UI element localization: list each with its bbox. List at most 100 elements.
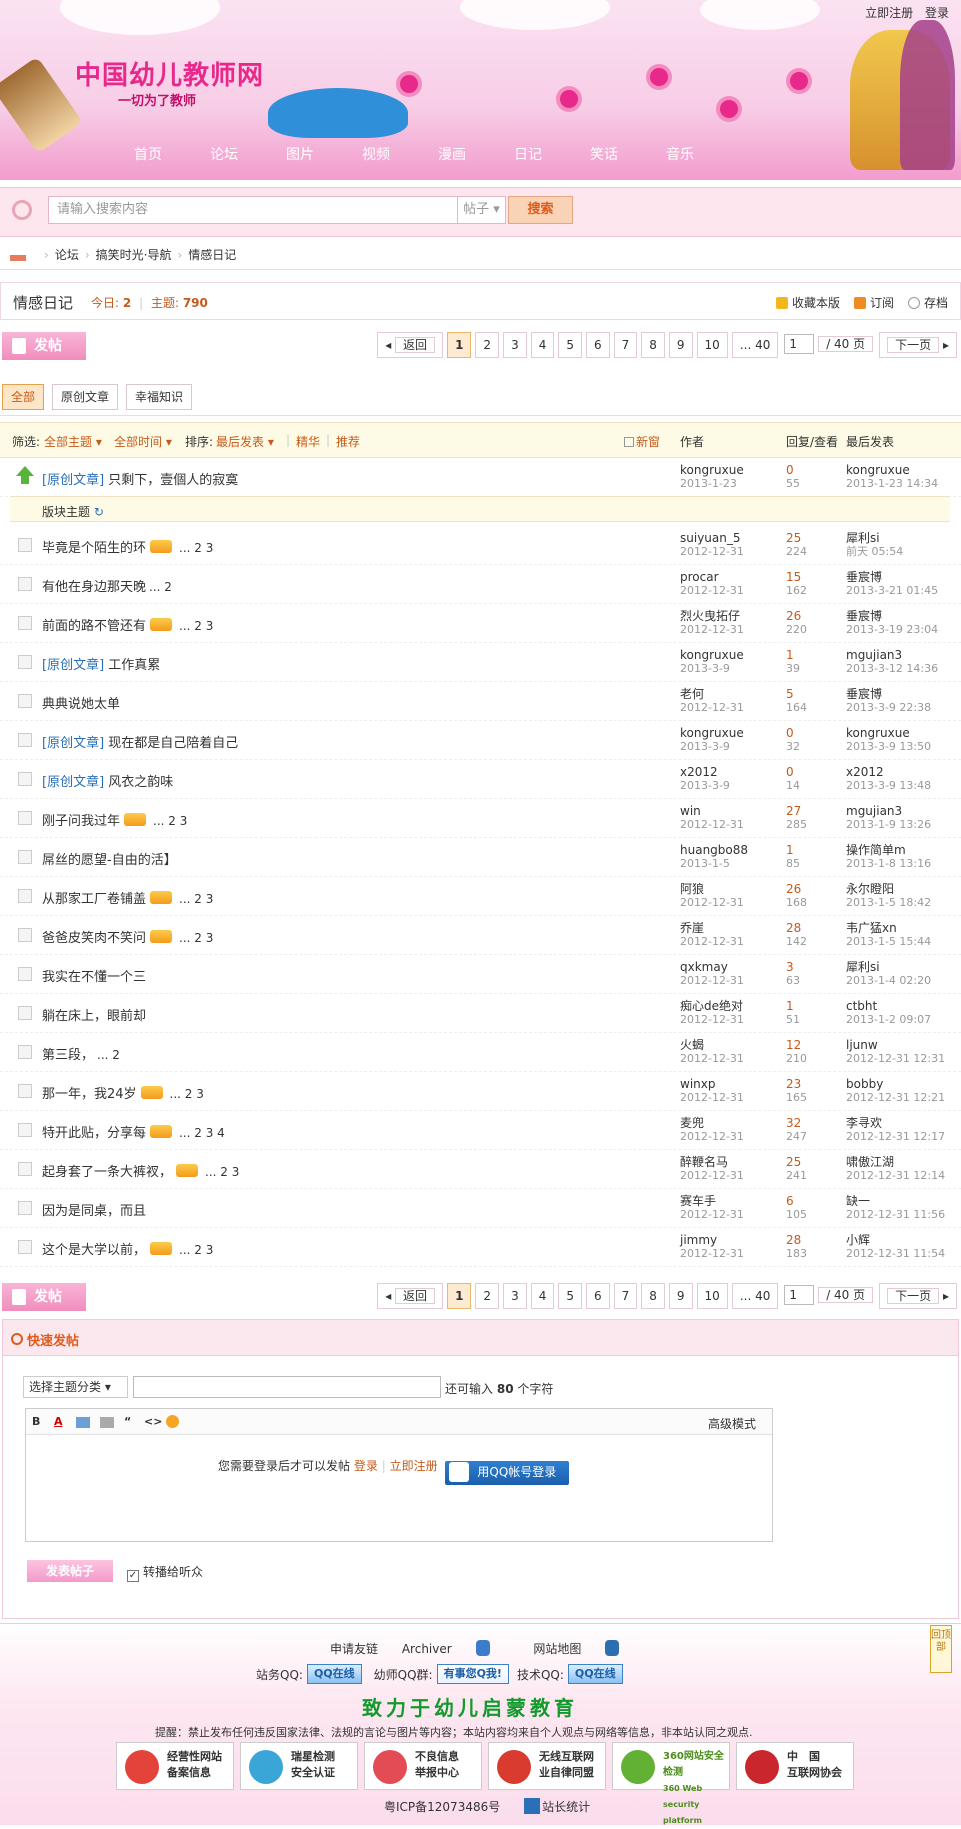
topic-category-select[interactable]: 选择主题分类 ▾ [23,1376,128,1398]
author-name[interactable]: 赛车手 [680,1194,744,1208]
home-icon[interactable] [10,249,26,261]
thread-title[interactable]: 有他在身边那天晚... 2 [42,576,172,595]
qq-login-button[interactable]: 用QQ帐号登录 [445,1461,570,1485]
page-link[interactable]: 5 [558,1283,582,1309]
footer-link[interactable]: Archiver [402,1642,452,1656]
table-row[interactable]: 起身套了一条大裤衩， ... 2 3 醉鞭名马 2012-12-31 25 241 啸傲江湖… [0,1150,961,1189]
favorite-button[interactable]: 收藏本版 [775,294,840,311]
table-row[interactable]: 我实在不懂一个三 qxkmay 2012-12-31 3 63 犀利si 2013-1-4 … [0,955,961,994]
last-user[interactable]: kongruxue [846,463,938,477]
thread-title[interactable]: 因为是同桌，而且 [42,1200,146,1219]
page-link[interactable]: 4 [530,1283,555,1309]
checkbox-checked[interactable]: ✓ [127,1570,139,1582]
last-time[interactable]: 2013-3-19 23:04 [846,623,938,637]
bold-icon[interactable]: B [32,1415,40,1428]
thread-title-text[interactable]: 躺在床上，眼前却 [42,1009,146,1024]
badge-rising[interactable]: 瑞星检测 安全认证 [240,1742,358,1790]
breadcrumb-current[interactable]: 情感日记 [188,246,236,263]
last-user[interactable]: 小辉 [846,1233,945,1247]
filter-topic-dropdown[interactable]: 全部主题 ▾ [44,433,102,450]
page-link[interactable]: 10 [696,1283,728,1309]
breadcrumb-forum[interactable]: 论坛 [55,246,79,263]
thread-title[interactable]: 从那家工厂卷铺盖 ... 2 3 [42,888,213,907]
digest-filter[interactable]: 精华 [296,433,320,450]
thread-title-text[interactable]: 毕竟是个陌生的环 [42,541,146,556]
thread-pages[interactable]: ... 2 3 [179,1243,213,1257]
page-link[interactable]: 7 [613,1283,638,1309]
page-link[interactable]: ... 40 [731,1283,779,1309]
page-link[interactable]: 8 [641,1283,665,1309]
page-link[interactable]: 10 [696,332,728,358]
page-jump-input[interactable]: 1 [784,1285,815,1305]
thread-title-text[interactable]: 起身套了一条大裤衩， [42,1165,172,1180]
table-row[interactable]: 因为是同桌，而且 赛车手 2012-12-31 6 105 缺一 2012-12-31 11… [0,1189,961,1228]
thread-title-text[interactable]: 只剩下，壹個人的寂寞 [108,473,238,488]
author-name[interactable]: 阿狼 [680,882,744,896]
badge-icp[interactable]: 经营性网站 备案信息 [116,1742,234,1790]
thread-title-text[interactable]: 我实在不懂一个三 [42,970,146,985]
smiley-icon[interactable] [166,1415,179,1428]
author-name[interactable]: 乔崖 [680,921,744,935]
author-name[interactable]: winxp [680,1077,744,1091]
last-time[interactable]: 2013-1-4 02:20 [846,974,931,988]
author-name[interactable]: 烈火曳拓仔 [680,609,744,623]
icp-link[interactable]: 粤ICP备12073486号 [384,1800,500,1814]
last-time[interactable]: 2012-12-31 11:56 [846,1208,945,1222]
thread-title[interactable]: 特开此贴，分享每 ... 2 3 4 [42,1122,225,1141]
checkbox[interactable] [624,437,634,447]
last-user[interactable]: 啸傲江湖 [846,1155,945,1169]
last-time[interactable]: 2012-12-31 12:31 [846,1052,945,1066]
register-link[interactable]: 立即注册 [865,6,913,20]
author-name[interactable]: 火蝎 [680,1038,744,1052]
post-editor[interactable]: B A “ <> 高级模式 您需要登录后才可以发帖 登录 | 立即注册 用QQ帐… [25,1408,773,1542]
tab-all[interactable]: 全部 [2,384,45,410]
new-post-button[interactable]: 发帖 [2,332,86,360]
table-row[interactable]: 躺在床上，眼前却 痴心de绝对 2012-12-31 1 51 ctbht 2013-1-2… [0,994,961,1033]
author-name[interactable]: 麦兜 [680,1116,744,1130]
register-link[interactable]: 立即注册 [390,1459,438,1473]
author-name[interactable]: win [680,804,744,818]
table-row[interactable]: 从那家工厂卷铺盖 ... 2 3 阿狼 2012-12-31 26 168 永尔瞪阳 2013… [0,877,961,916]
back-to-top-button[interactable]: 回顶部 [930,1625,952,1673]
nav-forum[interactable]: 论坛 [186,140,262,170]
last-time[interactable]: 2013-1-9 13:26 [846,818,931,832]
thread-title[interactable]: 毕竟是个陌生的环 ... 2 3 [42,537,213,556]
last-time[interactable]: 2012-12-31 11:54 [846,1247,945,1261]
last-user[interactable]: 操作简单m [846,843,931,857]
submit-post-button[interactable]: 发表帖子 [27,1560,113,1582]
link-icon[interactable] [100,1417,114,1428]
thread-title[interactable]: 那一年，我24岁 ... 2 3 [42,1083,204,1102]
nav-comics[interactable]: 漫画 [414,140,490,170]
table-row[interactable]: 有他在身边那天晚... 2 procar 2012-12-31 15 162 垂宸博 201… [0,565,961,604]
author-name[interactable]: suiyuan_5 [680,531,744,545]
post-title-input[interactable] [133,1376,441,1398]
page-jump-input[interactable]: 1 [784,334,815,354]
thread-title[interactable]: 屌丝的愿望-自由的活】 [42,849,177,868]
page-link[interactable]: 6 [585,332,610,358]
thread-title[interactable]: 躺在床上，眼前却 [42,1005,146,1024]
thread-title-text[interactable]: 刚子问我过年 [42,814,120,829]
table-row[interactable]: 特开此贴，分享每... 2 3 4 麦兜 2012-12-31 32 247 李寻欢 201… [0,1111,961,1150]
login-link[interactable]: 登录 [354,1459,378,1473]
thread-title-text[interactable]: 那一年，我24岁 [42,1087,137,1102]
table-row[interactable]: 那一年，我24岁 ... 2 3 winxp 2012-12-31 23 165 bobby… [0,1072,961,1111]
table-row[interactable]: 爸爸皮笑肉不笑问... 2 3 乔崖 2012-12-31 28 142 韦广猛xn 201… [0,916,961,955]
last-user[interactable]: 李寻欢 [846,1116,945,1130]
nav-video[interactable]: 视频 [338,140,414,170]
thread-title[interactable]: [原创文章] 现在都是自己陪着自己 [42,732,238,751]
nav-music[interactable]: 音乐 [642,140,718,170]
thread-pages[interactable]: ... 2 3 [179,541,213,555]
last-user[interactable]: mgujian3 [846,804,931,818]
thread-title-text[interactable]: 爸爸皮笑肉不笑问 [42,931,146,946]
new-window-toggle[interactable]: 新窗 [624,433,660,450]
sort-dropdown[interactable]: 最后发表 ▾ [216,433,274,450]
new-post-button-bottom[interactable]: 发帖 [2,1283,86,1311]
table-row[interactable]: 刚子问我过年... 2 3 win 2012-12-31 27 285 mgujian3 2… [0,799,961,838]
thread-title-text[interactable]: 有他在身边那天晚 [42,580,146,595]
author-name[interactable]: qxkmay [680,960,744,974]
stats-link[interactable]: 站长统计 [542,1800,590,1814]
last-time[interactable]: 2013-3-9 22:38 [846,701,931,715]
table-row[interactable]: [原创文章] 只剩下，壹個人的寂寞 kongruxue 2013-1-23 0 55… [0,458,961,497]
recommend-filter[interactable]: 推荐 [336,433,360,450]
site-logo[interactable]: 中国幼儿教师网 [75,55,264,92]
